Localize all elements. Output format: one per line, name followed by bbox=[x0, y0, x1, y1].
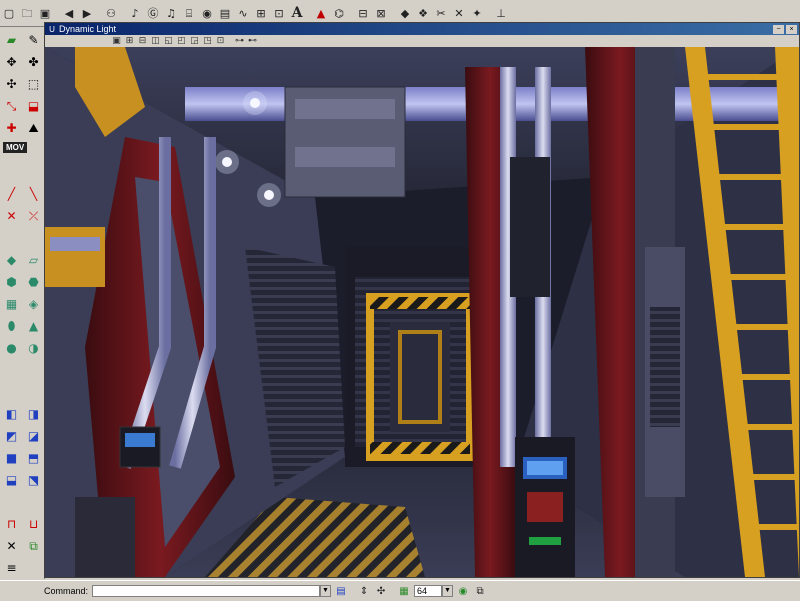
status-bar: Command: ▼ ▤ ⇕ ✣ ▦ 64 ▼ ◉ ⧉ bbox=[0, 580, 800, 601]
viewport-window[interactable]: U Dynamic Light − × ▣ ⊞ ⊟ ◫ ◱ ◰ ◲ ◳ ⊡ ⊶ … bbox=[44, 22, 800, 578]
lock-view-icon[interactable]: ⊷ bbox=[247, 36, 258, 46]
show-selected-icon[interactable]: ⊓ bbox=[1, 513, 22, 534]
drag-grid-icon[interactable]: ⇕ bbox=[357, 584, 371, 598]
add-mover-icon[interactable]: ⬒ bbox=[23, 447, 44, 468]
command-input[interactable] bbox=[92, 585, 321, 597]
viewport-title: Dynamic Light bbox=[59, 24, 117, 34]
new-file-icon[interactable]: ▢ bbox=[1, 5, 17, 21]
side-view-icon[interactable]: ⊟ bbox=[137, 36, 148, 46]
lighting-mode-icon[interactable]: ◳ bbox=[202, 36, 213, 46]
sound-icon[interactable]: ♪ bbox=[127, 5, 143, 21]
grid-size-select[interactable]: 64 bbox=[414, 585, 443, 597]
forward-icon[interactable]: ▶ bbox=[79, 5, 95, 21]
scale-icon[interactable]: ⬚ bbox=[23, 73, 44, 94]
camera-move-icon[interactable]: ▰ bbox=[1, 29, 22, 50]
viewport-titlebar[interactable]: U Dynamic Light − × bbox=[45, 23, 799, 35]
cone-builder-icon[interactable]: ▲ bbox=[23, 315, 44, 336]
joystick-icon[interactable]: ⊥ bbox=[493, 5, 509, 21]
wave-icon[interactable]: ∿ bbox=[235, 5, 251, 21]
grid-toggle-icon[interactable]: ▦ bbox=[397, 584, 411, 598]
viewport-minimize-button[interactable]: − bbox=[773, 24, 784, 34]
shear-icon[interactable]: ⤡ bbox=[1, 95, 22, 116]
clip-cut-icon[interactable]: ✕ bbox=[1, 205, 22, 226]
subtract-brush-icon[interactable]: ◨ bbox=[23, 403, 44, 424]
cube-builder-icon[interactable]: ◆ bbox=[1, 249, 22, 270]
terrain-icon[interactable]: ✚ bbox=[1, 117, 22, 138]
mov-label: MOV bbox=[3, 141, 28, 153]
mountain-icon[interactable]: ⛰ bbox=[23, 117, 44, 138]
select-invert-icon[interactable]: ✕ bbox=[1, 535, 22, 556]
command-label: Command: bbox=[44, 586, 89, 596]
mesh-icon[interactable]: ⌸ bbox=[181, 5, 197, 21]
snap-toggle-icon[interactable]: ◉ bbox=[456, 584, 470, 598]
add-antiportal-icon[interactable]: ⬔ bbox=[23, 469, 44, 490]
realtime-preview-icon[interactable]: ⊡ bbox=[215, 36, 226, 46]
brush-clip-icon[interactable]: ✤ bbox=[23, 51, 44, 72]
wireframe-mode-icon[interactable]: ◱ bbox=[163, 36, 174, 46]
rebuild-geometry-icon[interactable]: ▲ bbox=[313, 5, 329, 21]
perspective-view-icon[interactable]: ◫ bbox=[150, 36, 161, 46]
mov-badge[interactable]: MOV bbox=[1, 139, 44, 155]
maximize-viewport-icon[interactable]: ⧉ bbox=[473, 584, 487, 598]
play-level-icon[interactable]: ⊟ bbox=[355, 5, 371, 21]
group-icon[interactable]: ⊞ bbox=[253, 5, 269, 21]
hide-selected-icon[interactable]: ⊔ bbox=[23, 513, 44, 534]
scene-render bbox=[45, 47, 799, 577]
binoculars-icon[interactable]: ⚇ bbox=[103, 5, 119, 21]
log-window-icon[interactable]: ▤ bbox=[334, 584, 348, 598]
show-all-icon[interactable]: ⧉ bbox=[23, 535, 44, 556]
camera-icon[interactable]: ⊡ bbox=[271, 5, 287, 21]
volumetric-icon[interactable]: ◈ bbox=[23, 293, 44, 314]
sheet-builder-icon[interactable]: ▱ bbox=[23, 249, 44, 270]
camera-speed-icon[interactable]: ≡ bbox=[1, 557, 22, 578]
texture-icon[interactable]: Ⓖ bbox=[145, 5, 161, 21]
front-view-icon[interactable]: ⊞ bbox=[124, 36, 135, 46]
vertex-edit-icon[interactable]: ✥ bbox=[1, 51, 22, 72]
3d-scene-view[interactable] bbox=[45, 47, 799, 577]
lighting-icon[interactable]: ⊠ bbox=[373, 5, 389, 21]
command-history-dropdown[interactable]: ▼ bbox=[320, 585, 332, 597]
top-view-icon[interactable]: ▣ bbox=[111, 36, 122, 46]
sphere-builder-icon[interactable]: ● bbox=[1, 337, 22, 358]
actor-icon[interactable]: ◉ bbox=[199, 5, 215, 21]
tool-palette: ▰ ✎ ✥ ✤ ✣ ⬚ ⤡ ⬓ ✚ ⛰ MOV ╱ ╲ ✕ ⤫ ◆ ▱ ⬢ ⬣ … bbox=[0, 27, 45, 579]
stretch-icon[interactable]: ⬓ bbox=[23, 95, 44, 116]
settings-icon[interactable]: ✕ bbox=[451, 5, 467, 21]
music-icon[interactable]: ♫ bbox=[163, 5, 179, 21]
font-icon[interactable]: A bbox=[289, 5, 305, 21]
clip-brush-icon[interactable]: ⤫ bbox=[23, 205, 44, 226]
stairs-builder-icon[interactable]: ⬢ bbox=[1, 271, 22, 292]
add-volume-icon[interactable]: ⬓ bbox=[1, 469, 22, 490]
cylinder-builder-icon[interactable]: ⬮ bbox=[1, 315, 22, 336]
clip-split-icon[interactable]: ╲ bbox=[23, 183, 44, 204]
fire-icon[interactable]: ✦ bbox=[469, 5, 485, 21]
zone-mode-icon[interactable]: ◰ bbox=[176, 36, 187, 46]
rebuild-all-icon[interactable]: ⌬ bbox=[331, 5, 347, 21]
curved-stairs-icon[interactable]: ⬣ bbox=[23, 271, 44, 292]
scissors-icon[interactable]: ✂ bbox=[433, 5, 449, 21]
view-options-icon[interactable]: ⊶ bbox=[234, 36, 245, 46]
rotate-icon[interactable]: ✣ bbox=[1, 73, 22, 94]
intersect-brush-icon[interactable]: ◩ bbox=[1, 425, 22, 446]
spiral-stairs-icon[interactable]: ▦ bbox=[1, 293, 22, 314]
back-icon[interactable]: ◀ bbox=[61, 5, 77, 21]
viewport-close-button[interactable]: × bbox=[786, 24, 797, 34]
deintersect-brush-icon[interactable]: ◪ bbox=[23, 425, 44, 446]
pencil-icon[interactable]: ✎ bbox=[23, 29, 44, 50]
open-folder-icon[interactable]: 🗀 bbox=[19, 5, 35, 21]
viewport-toolbar: ▣ ⊞ ⊟ ◫ ◱ ◰ ◲ ◳ ⊡ ⊶ ⊷ bbox=[45, 35, 799, 47]
clip-line-icon[interactable]: ╱ bbox=[1, 183, 22, 204]
save-icon[interactable]: ▣ bbox=[37, 5, 53, 21]
add-brush-icon[interactable]: ◧ bbox=[1, 403, 22, 424]
image-icon[interactable]: ▤ bbox=[217, 5, 233, 21]
grid-size-dropdown[interactable]: ▼ bbox=[442, 585, 454, 597]
rotation-grid-icon[interactable]: ✣ bbox=[374, 584, 388, 598]
path-node-icon[interactable]: ❖ bbox=[415, 5, 431, 21]
texture-mode-icon[interactable]: ◲ bbox=[189, 36, 200, 46]
paths-icon[interactable]: ◆ bbox=[397, 5, 413, 21]
viewport-menu-icon[interactable]: U bbox=[47, 24, 57, 34]
add-special-icon[interactable]: ■ bbox=[1, 447, 22, 468]
terrain-builder-icon[interactable]: ◑ bbox=[23, 337, 44, 358]
